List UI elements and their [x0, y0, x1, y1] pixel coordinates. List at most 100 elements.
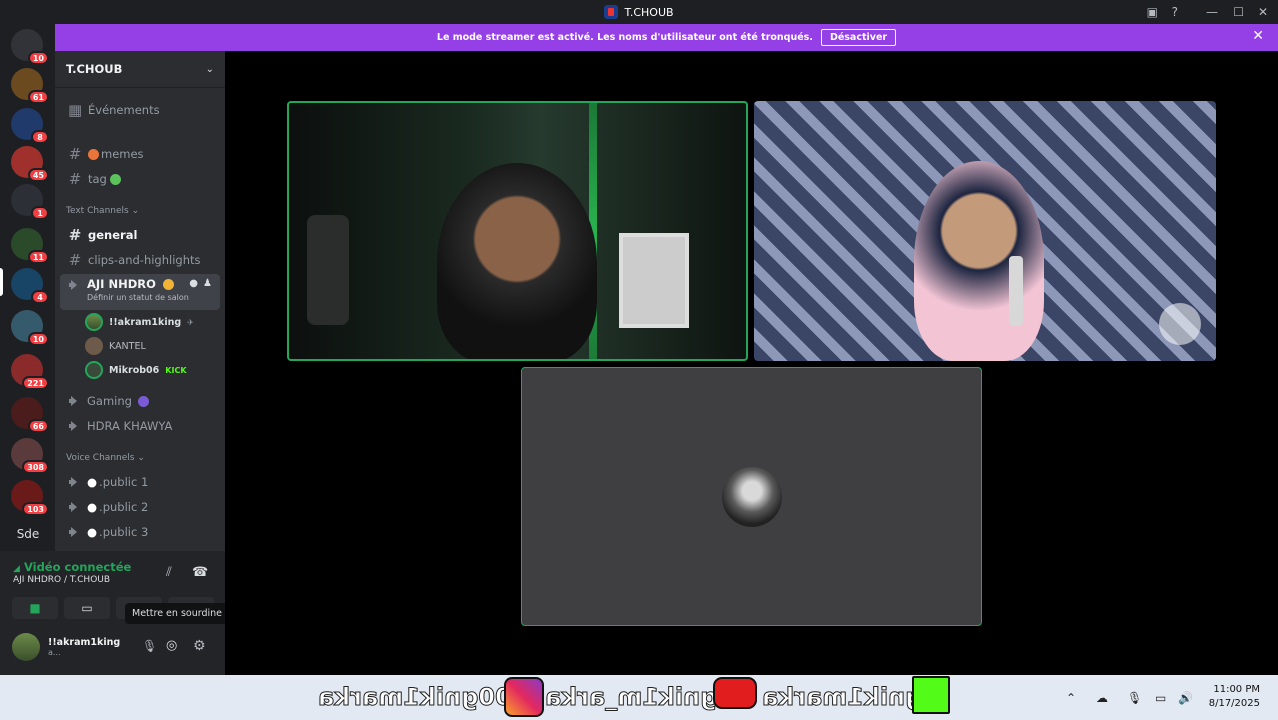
server-badge: 66 — [27, 419, 49, 433]
disconnect-icon[interactable]: ☎ — [192, 565, 208, 580]
speaker-icon — [68, 395, 80, 407]
server-icon[interactable]: 8 — [11, 108, 49, 144]
maximize-button[interactable]: ☐ — [1233, 0, 1244, 24]
add-member-icon[interactable]: ♟ — [203, 278, 212, 289]
voice-channel-label: HDRA KHAWYA — [87, 419, 173, 433]
youtube-icon — [713, 677, 757, 709]
selected-server-pill — [0, 268, 3, 296]
clock-date: 8/17/2025 — [1208, 698, 1260, 709]
network-icon[interactable]: ▭ — [1155, 675, 1166, 720]
onedrive-icon[interactable]: ☁ — [1096, 675, 1108, 720]
voice-channel-label: Gaming — [87, 394, 132, 408]
voice-channel-public1[interactable]: ● .public 1 — [60, 471, 220, 493]
avatar — [12, 633, 40, 661]
server-icon[interactable]: 45 — [11, 146, 49, 182]
server-icon[interactable]: 66 — [11, 397, 49, 433]
server-icon[interactable]: 11 — [11, 228, 49, 264]
voice-member[interactable]: !!akram1king ✈ ■ — [85, 312, 236, 332]
disable-streamer-button[interactable]: Désactiver — [820, 29, 897, 46]
volume-icon[interactable]: 🔊 — [1178, 675, 1193, 720]
gear-icon[interactable]: ⚙ — [193, 638, 206, 654]
category-label: Text Channels — [66, 206, 129, 216]
instagram-icon — [504, 677, 544, 717]
user-status: a... — [48, 648, 61, 657]
help-icon[interactable]: ? — [1172, 0, 1178, 24]
speaker-icon — [68, 476, 80, 488]
close-window-button[interactable]: ✕ — [1258, 0, 1268, 24]
video-tile[interactable] — [287, 101, 748, 361]
streamer-mode-banner: Le mode streamer est activé. Les noms d'… — [55, 24, 1278, 51]
video-tile-avatar-only[interactable] — [521, 367, 982, 626]
chat-icon[interactable]: ● — [189, 278, 198, 289]
emoji-icon — [162, 279, 174, 290]
server-icon[interactable]: 61 — [11, 68, 49, 104]
person-image — [437, 163, 597, 359]
chevron-down-icon: ⌄ — [205, 63, 214, 75]
tooltip: Mettre en sourdine — [125, 603, 229, 624]
voice-channel-active[interactable]: AJI NHDRO Définir un statut de salon ● ♟ — [60, 274, 220, 310]
voice-member[interactable]: Mikrob06 KICK — [85, 360, 187, 380]
server-icon-home[interactable]: 10 — [11, 29, 49, 65]
show-hidden-icons[interactable]: ⌃ — [1066, 675, 1076, 720]
voice-status-label[interactable]: Définir un statut de salon — [87, 293, 189, 302]
voice-channel-public2[interactable]: ● .public 2 — [60, 496, 220, 518]
headphones-icon[interactable]: ◎ — [166, 638, 177, 653]
window-titlebar: T.CHOUB ▣ ? — ☐ ✕ — [0, 0, 1278, 24]
kick-icon — [912, 676, 950, 714]
server-icon[interactable]: 103 — [11, 480, 49, 516]
video-tile[interactable] — [754, 101, 1216, 361]
guild-header[interactable]: T.CHOUB ⌄ — [55, 51, 225, 88]
inbox-icon[interactable]: ▣ — [1147, 0, 1158, 24]
voice-channel-label: .public 2 — [99, 500, 149, 514]
voice-channel-label: .public 1 — [99, 475, 149, 489]
server-text-icon[interactable]: Sde — [8, 527, 48, 541]
server-icon[interactable]: 1 — [11, 184, 49, 220]
voice-channel-label: AJI NHDRO — [87, 277, 156, 291]
server-icon[interactable]: 221 — [11, 354, 49, 390]
channel-general[interactable]: # general — [60, 224, 220, 246]
voice-channel-public3[interactable]: ● .public 3 — [60, 521, 220, 543]
server-badge: 10 — [27, 332, 49, 346]
channel-label: general — [88, 228, 138, 242]
minimize-button[interactable]: — — [1206, 0, 1218, 24]
avatar — [85, 361, 103, 379]
server-icon[interactable]: 10 — [11, 310, 49, 346]
server-icon[interactable]: 308 — [11, 438, 49, 474]
system-clock[interactable]: 11:00 PM 8/17/2025 — [1209, 683, 1260, 711]
banner-close-icon[interactable]: ✕ — [1252, 28, 1264, 44]
channel-memes[interactable]: # memes — [60, 143, 220, 165]
category-text-channels[interactable]: Text Channels ⌄ — [66, 206, 139, 216]
server-badge: 1 — [31, 206, 49, 220]
member-name: Mikrob06 — [109, 364, 160, 376]
video-stage — [225, 51, 1278, 675]
server-badge: 103 — [22, 502, 49, 516]
voice-channel-hdra[interactable]: HDRA KHAWYA — [60, 415, 220, 437]
channel-tag[interactable]: # tag — [60, 168, 220, 190]
speaker-icon — [68, 501, 80, 513]
voice-member[interactable]: KANTEL ■ — [85, 336, 236, 356]
speaker-icon — [68, 420, 80, 432]
avatar — [722, 467, 782, 527]
avatar — [85, 337, 103, 355]
microphone-tray-icon[interactable]: 🎙 — [1127, 675, 1142, 720]
server-icon-current[interactable]: 4 — [11, 268, 49, 304]
microphone-icon[interactable]: 🎙 — [142, 639, 157, 653]
watermark-logo — [1159, 303, 1201, 345]
channel-label: clips-and-highlights — [88, 253, 201, 267]
server-badge: 308 — [22, 460, 49, 474]
server-badge: 11 — [27, 250, 49, 264]
guild-name: T.CHOUB — [66, 62, 123, 76]
events-link[interactable]: ▦ Événements — [60, 99, 220, 121]
channel-clips[interactable]: # clips-and-highlights — [60, 249, 220, 271]
category-voice-channels[interactable]: Voice Channels ⌄ — [66, 453, 145, 463]
voice-location[interactable]: AJI NHDRO / T.CHOUB — [13, 575, 110, 585]
kick-tag: KICK — [165, 365, 187, 375]
user-info[interactable]: !!akram1king a... — [12, 633, 120, 661]
server-badge: 8 — [31, 130, 49, 144]
channel-label: tag — [88, 172, 107, 186]
voice-connected-status[interactable]: ◢ Vidéo connectée — [13, 560, 131, 574]
noise-suppression-icon[interactable]: ⫽ — [166, 565, 172, 580]
screen-share-button[interactable]: ▭ — [64, 597, 110, 619]
camera-button[interactable]: ■ — [12, 597, 58, 619]
voice-channel-gaming[interactable]: Gaming — [60, 390, 220, 412]
